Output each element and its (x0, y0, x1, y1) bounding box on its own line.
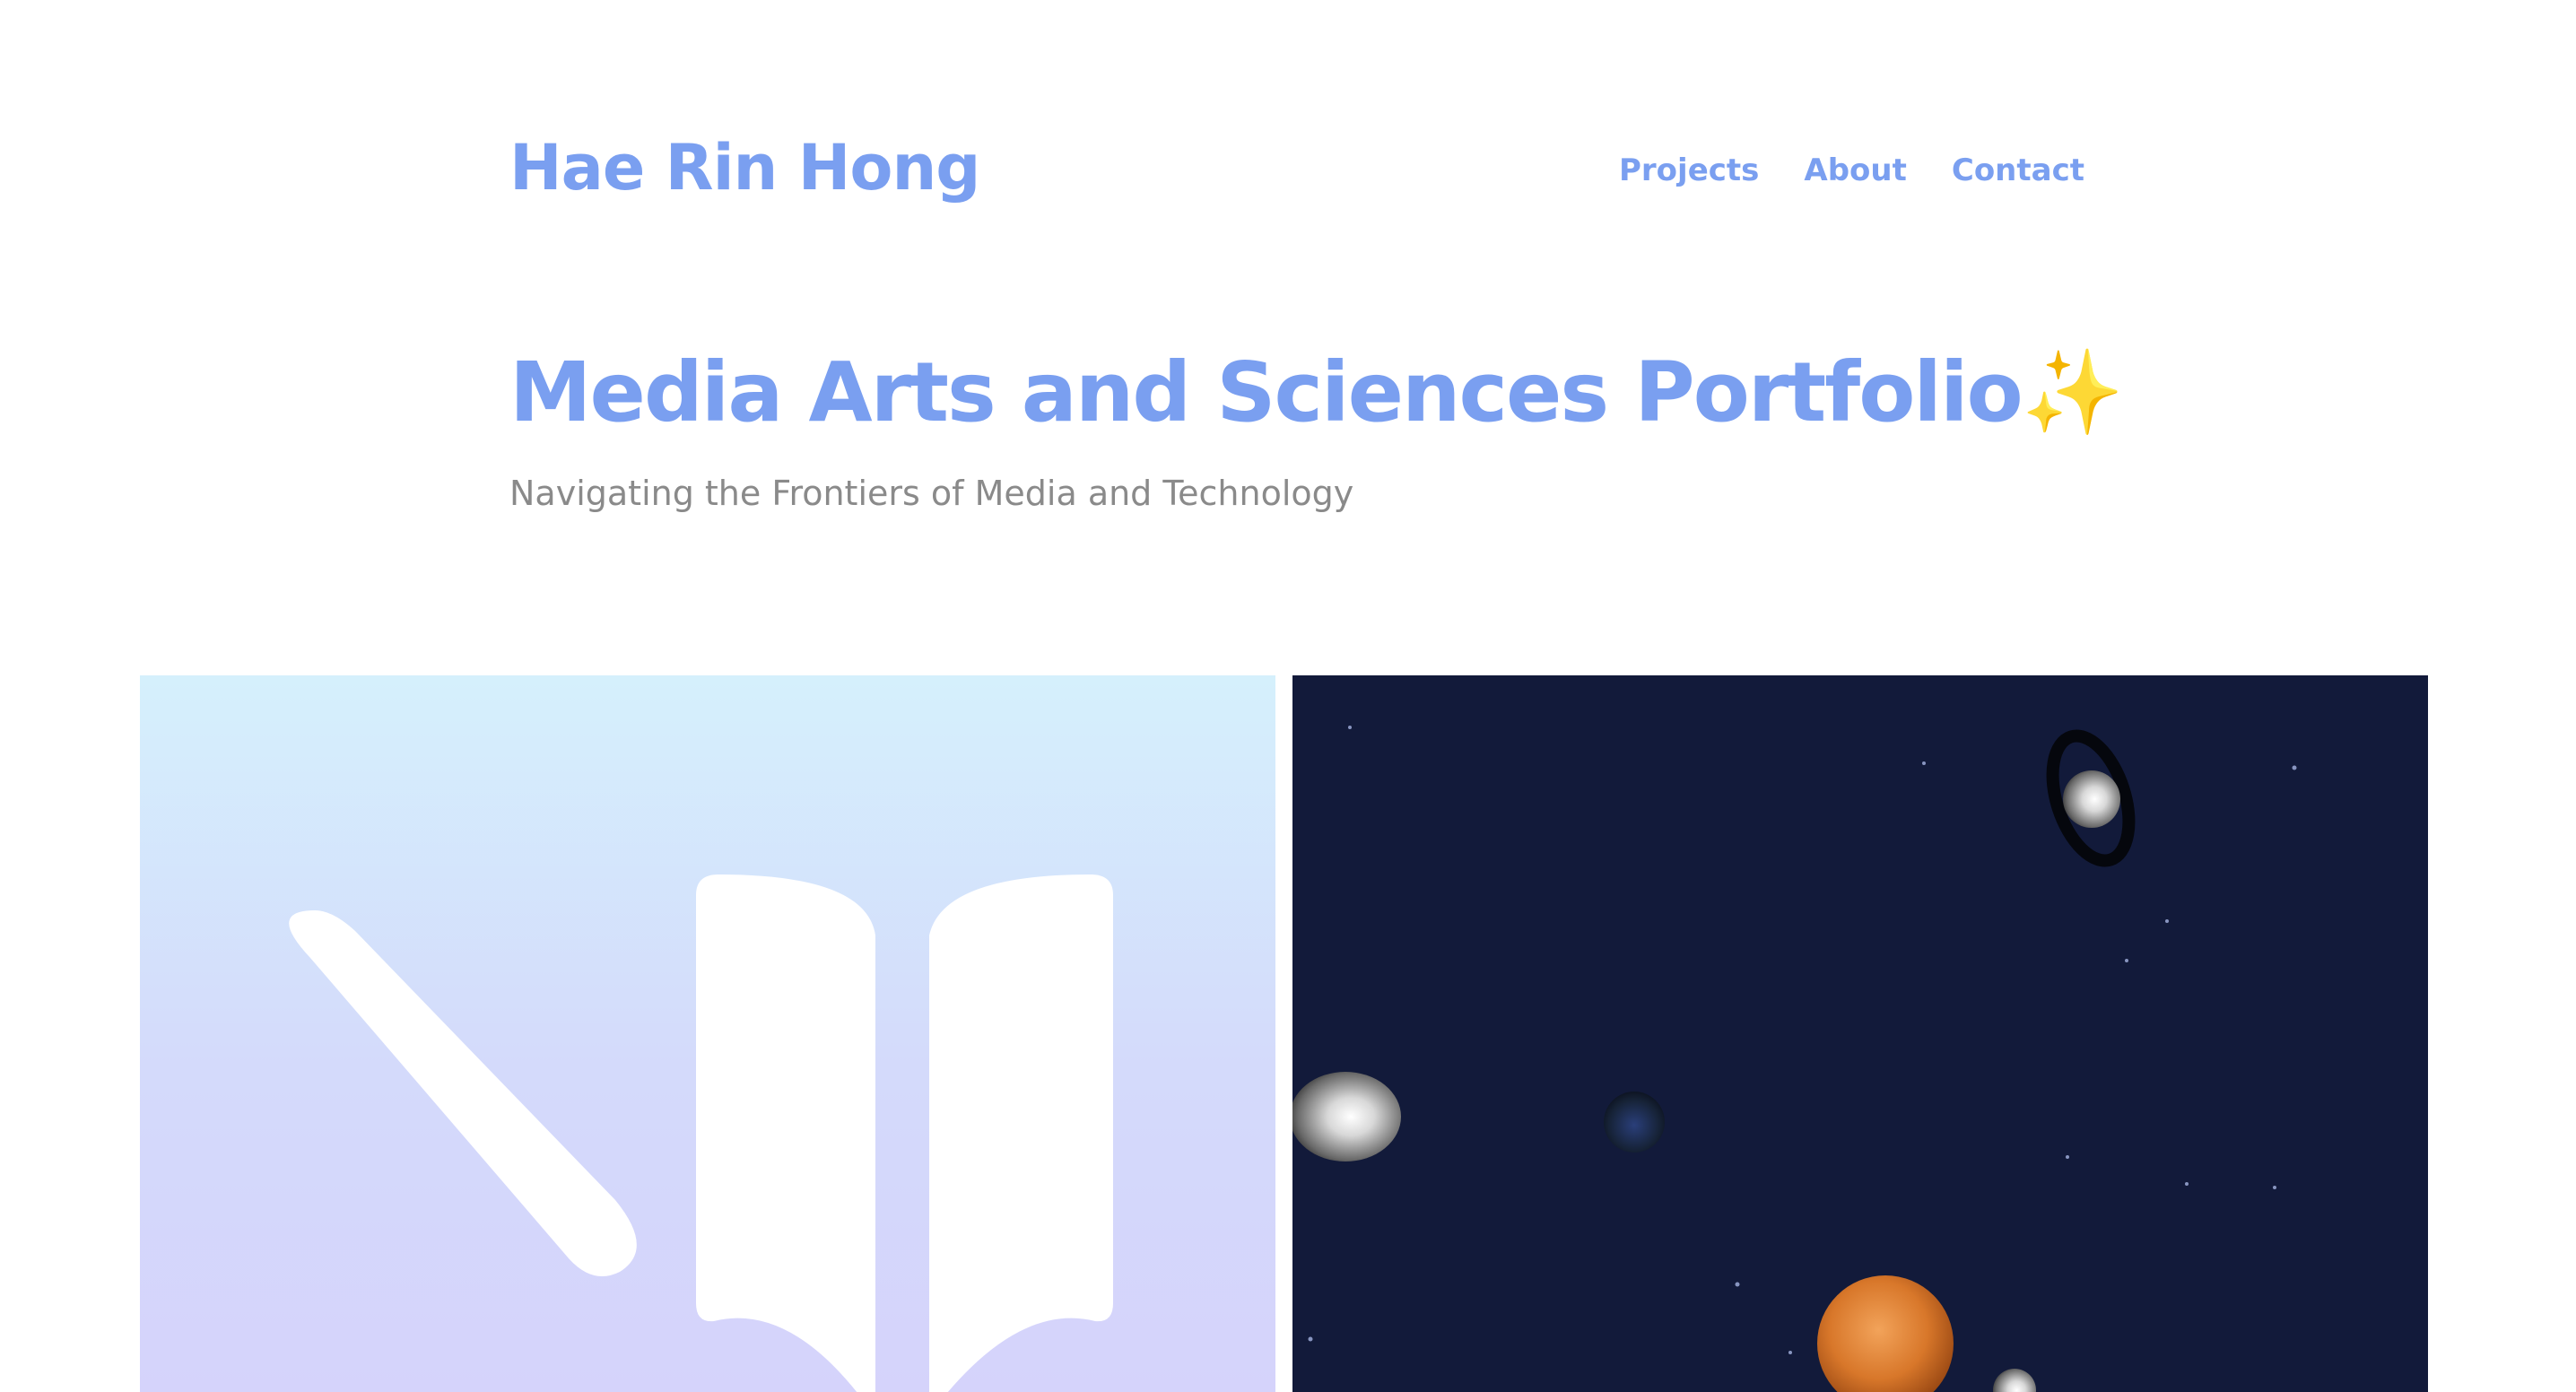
pen-and-book-icon (289, 874, 1113, 1392)
nav-link-projects[interactable]: Projects (1619, 152, 1759, 188)
hero-title-text: Media Arts and Sciences Portfolio (509, 344, 2023, 440)
main-nav: Projects About Contact (1619, 152, 2084, 189)
sparkles-icon: ✨ (2021, 344, 2125, 440)
project-card-solar-system[interactable] (1292, 675, 2428, 1392)
project-card-learning[interactable] (140, 675, 1275, 1392)
hero-title: Media Arts and Sciences Portfolio✨ (509, 344, 2125, 442)
silver-planet (1292, 1072, 1401, 1161)
hero-subtitle: Navigating the Frontiers of Media and Te… (509, 474, 1354, 513)
nav-item-projects: Projects (1619, 152, 1759, 189)
nav-item-about: About (1804, 152, 1906, 189)
blue-planet (1604, 1092, 1665, 1153)
nav-item-contact: Contact (1952, 152, 2084, 189)
page: Hae Rin Hong Projects About Contact Medi… (0, 0, 2576, 1392)
nav-link-about[interactable]: About (1804, 152, 1906, 188)
grey-moon (1993, 1369, 2036, 1392)
stars (1308, 726, 2297, 1354)
site-title-link[interactable]: Hae Rin Hong (509, 130, 980, 205)
solar-system-illustration (1292, 726, 2297, 1392)
nav-link-contact[interactable]: Contact (1952, 152, 2084, 188)
orange-planet (1817, 1275, 1954, 1392)
saturn-planet (2046, 729, 2136, 867)
